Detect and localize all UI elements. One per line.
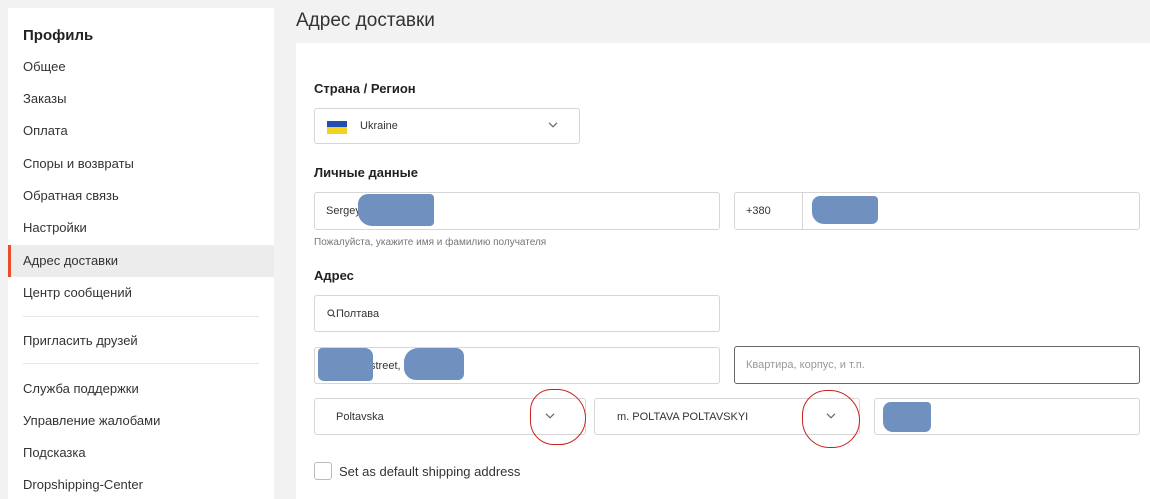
phone-input[interactable]: +380 (734, 192, 1140, 230)
sidebar: Профиль Общее Заказы Оплата Споры и возв… (8, 8, 274, 499)
country-select[interactable]: Ukraine (314, 108, 580, 144)
phone-prefix-box: +380 (735, 193, 803, 229)
sidebar-item-feedback[interactable]: Обратная связь (8, 180, 274, 212)
name-hint: Пожалуйста, укажите имя и фамилию получа… (314, 237, 547, 248)
redaction-mark (358, 194, 434, 226)
sidebar-item-support[interactable]: Служба поддержки (8, 373, 274, 405)
redaction-mark (318, 348, 373, 381)
city-search-value: Полтава (327, 308, 379, 320)
sidebar-item-dropshipping[interactable]: Dropshipping-Center (8, 469, 274, 499)
annotation-circle (530, 389, 586, 445)
ukraine-flag-icon (327, 121, 347, 134)
phone-prefix: +380 (746, 205, 771, 217)
apartment-placeholder: Квартира, корпус, и т.п. (746, 359, 865, 371)
city-search-input[interactable]: Полтава (314, 295, 720, 332)
street-input[interactable]: street, (314, 347, 720, 384)
country-label: Страна / Регион (314, 81, 416, 96)
sidebar-item-settings[interactable]: Настройки (8, 212, 274, 244)
page-title: Адрес доставки (296, 10, 435, 31)
city-search-text: Полтава (336, 307, 380, 320)
redaction-mark (812, 196, 878, 224)
address-label: Адрес (314, 268, 354, 283)
sidebar-item-complaints[interactable]: Управление жалобами (8, 405, 274, 437)
country-value: Ukraine (360, 120, 398, 132)
street-value: street, (370, 359, 401, 372)
apartment-input[interactable]: Квартира, корпус, и т.п. (734, 346, 1140, 384)
sidebar-title: Профиль (23, 27, 94, 44)
redaction-mark (404, 348, 464, 380)
sidebar-item-hint[interactable]: Подсказка (8, 437, 274, 469)
region-value: Poltavska (336, 410, 384, 423)
personal-data-label: Личные данные (314, 165, 418, 180)
annotation-circle (802, 390, 860, 448)
redaction-mark (883, 402, 931, 432)
sidebar-item-general[interactable]: Общее (8, 51, 274, 83)
sidebar-item-orders[interactable]: Заказы (8, 83, 274, 115)
chevron-down-icon (547, 119, 559, 131)
sidebar-item-shipping-address[interactable]: Адрес доставки (8, 245, 274, 277)
sidebar-divider (23, 316, 259, 317)
default-address-checkbox[interactable] (314, 462, 332, 480)
sidebar-item-message-center[interactable]: Центр сообщений (8, 277, 274, 309)
sidebar-divider (23, 363, 259, 364)
search-icon (327, 308, 336, 317)
sidebar-item-payment[interactable]: Оплата (8, 115, 274, 147)
sidebar-item-disputes[interactable]: Споры и возвраты (8, 148, 274, 180)
sidebar-item-invite-friends[interactable]: Пригласить друзей (8, 325, 274, 357)
city-value: m. POLTAVA POLTAVSKYI (617, 410, 749, 423)
default-address-label: Set as default shipping address (339, 464, 521, 479)
name-value: Sergey (326, 205, 361, 217)
